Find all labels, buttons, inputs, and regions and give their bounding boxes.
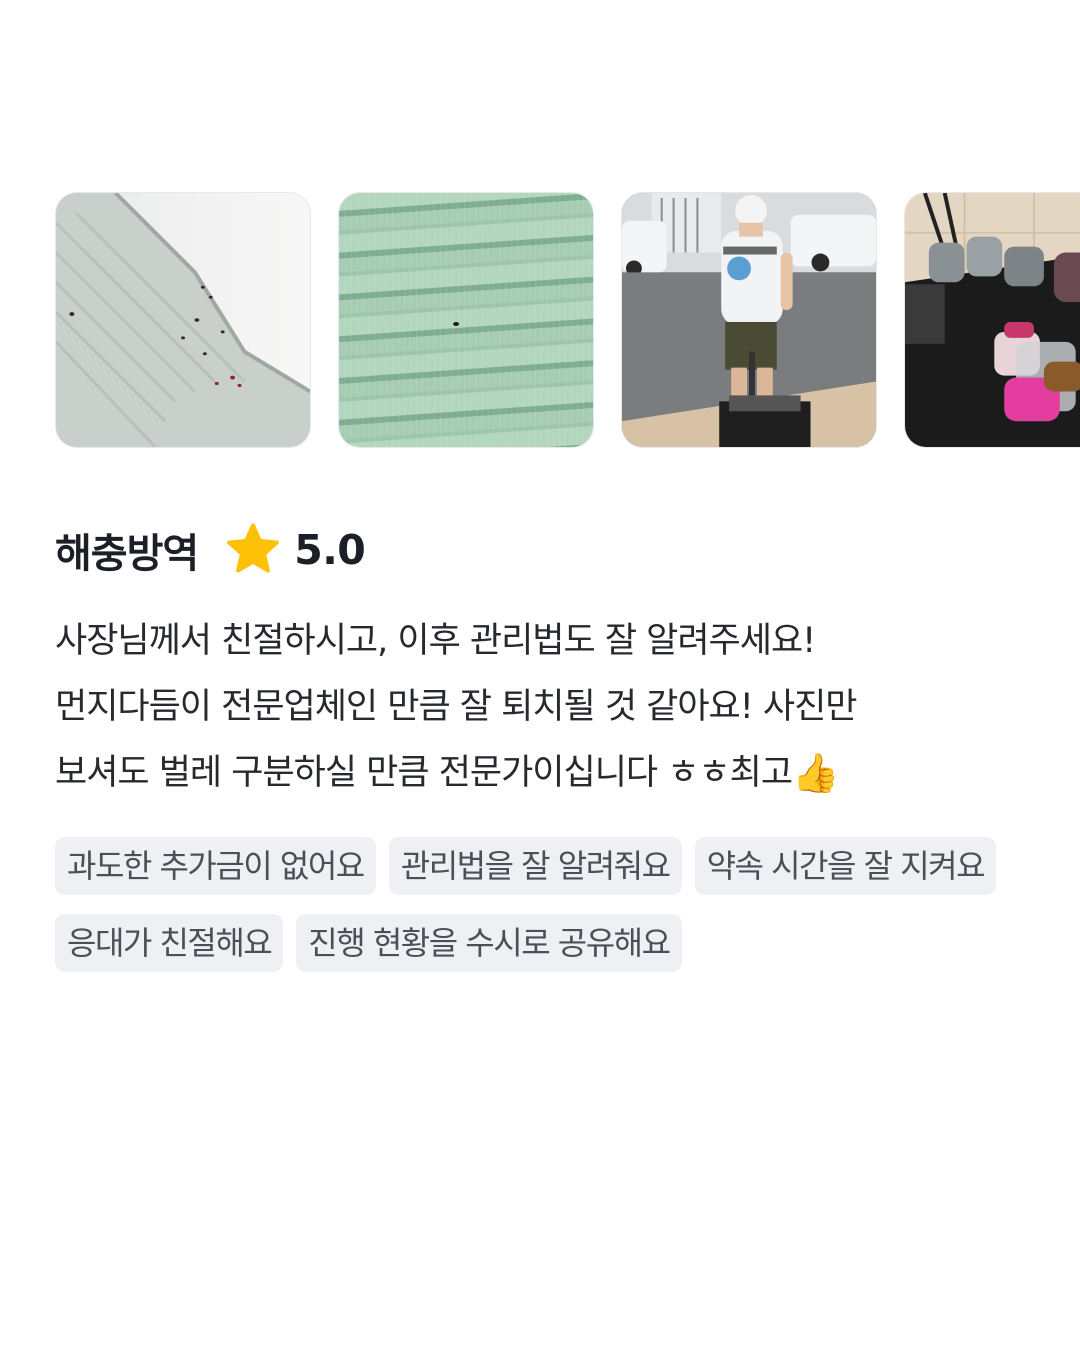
bug-on-green-fabric-photo — [339, 193, 593, 447]
star-icon — [227, 523, 280, 573]
review-photo-3[interactable] — [621, 192, 877, 448]
review-tags: 과도한 추가금이 없어요 관리법을 잘 알려줘요 약속 시간을 잘 지켜요 응대… — [55, 837, 1035, 972]
review-photo-1[interactable] — [55, 192, 311, 448]
review-tag: 약속 시간을 잘 지켜요 — [694, 837, 997, 895]
review-tag: 관리법을 잘 알려줘요 — [388, 837, 682, 895]
thumbs-up-icon: 👍 — [792, 751, 839, 795]
review-text-line-3: 보셔도 벌레 구분하실 만큼 전문가이십니다 ㅎㅎ최고👍 — [55, 740, 1025, 806]
review-photo-2[interactable] — [338, 192, 594, 448]
review-photo-4[interactable] — [904, 192, 1080, 448]
review-text-line-2: 먼지다듬이 전문업체인 만큼 잘 퇴치될 것 같아요! 사진만 — [55, 687, 858, 727]
review-text: 사장님께서 친절하시고, 이후 관리법도 잘 알려주세요! 먼지다듬이 전문업체… — [55, 608, 1025, 806]
review-heading: 해충방역 5.0 — [55, 518, 366, 582]
review-photo-row — [55, 192, 1080, 448]
review-text-line-1: 사장님께서 친절하시고, 이후 관리법도 잘 알려주세요! — [55, 621, 816, 661]
equipment-cart-photo — [905, 193, 1080, 447]
review-photo-strip[interactable] — [55, 192, 1080, 450]
review-text-line-3-text: 보셔도 벌레 구분하실 만큼 전문가이십니다 ㅎㅎ최고 — [55, 753, 793, 793]
bug-on-ceiling-corner-photo — [56, 193, 310, 447]
rating-value: 5.0 — [294, 526, 366, 574]
review-tag: 응대가 친절해요 — [55, 914, 284, 972]
review-tag: 진행 현황을 수시로 공유해요 — [296, 914, 682, 972]
review-tag: 과도한 추가금이 없어요 — [55, 837, 376, 895]
service-category: 해충방역 — [55, 531, 199, 577]
technician-with-cart-photo — [622, 193, 876, 447]
